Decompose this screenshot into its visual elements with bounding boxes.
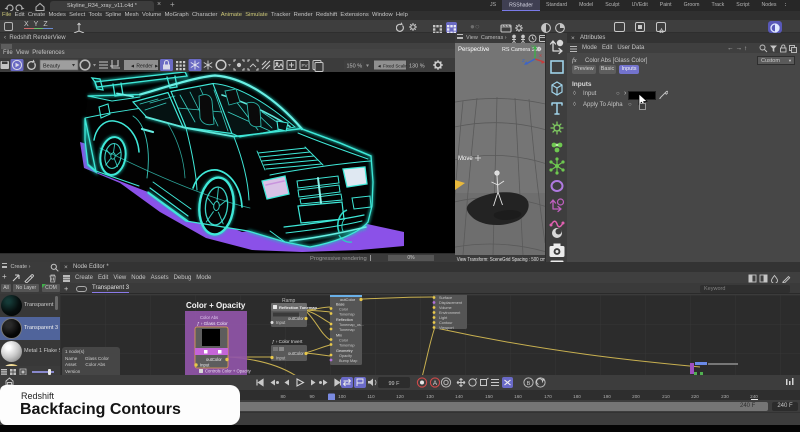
svg-text:Y: Y: [531, 44, 534, 49]
svg-text:Tonemap_us...: Tonemap_us...: [339, 323, 364, 327]
svg-text:90: 90: [309, 394, 315, 399]
svg-text:Volume: Volume: [439, 306, 452, 310]
svg-text:outColor: outColor: [288, 316, 304, 321]
svg-text:130 %: 130 %: [409, 64, 425, 70]
svg-text:Reflection Tonemap: Reflection Tonemap: [279, 305, 317, 310]
svg-text:ƒ › Glass Color: ƒ › Glass Color: [197, 321, 228, 326]
svg-text:Input: Input: [276, 356, 286, 361]
svg-text:outColor: outColor: [288, 351, 304, 356]
svg-text:220: 220: [691, 394, 699, 399]
svg-text:Environment: Environment: [439, 311, 461, 315]
svg-text:Move: Move: [458, 156, 473, 162]
svg-text:A: A: [433, 381, 437, 387]
svg-text:Mix: Mix: [336, 334, 342, 338]
svg-text:240: 240: [750, 394, 758, 399]
svg-text:230: 230: [721, 394, 729, 399]
svg-text:160: 160: [514, 394, 522, 399]
svg-text:Beauty: Beauty: [43, 64, 60, 70]
svg-text:Contour: Contour: [439, 321, 453, 325]
svg-text:Opacity: Opacity: [339, 354, 352, 358]
svg-text:Tonemap: Tonemap: [339, 313, 355, 317]
svg-text:Z: Z: [522, 58, 525, 63]
svg-text:Color: Color: [339, 308, 349, 312]
svg-text:B: B: [527, 381, 531, 387]
svg-text:150: 150: [485, 394, 493, 399]
svg-text:Controls Color + Opacity: Controls Color + Opacity: [205, 369, 252, 374]
svg-text:Color + Opacity: Color + Opacity: [186, 301, 246, 310]
svg-text:Color: Color: [339, 339, 349, 343]
svg-text:Light: Light: [439, 316, 448, 320]
svg-text:180: 180: [573, 394, 581, 399]
svg-text:80: 80: [280, 394, 286, 399]
svg-text:170: 170: [544, 394, 552, 399]
svg-text:130: 130: [426, 394, 434, 399]
svg-text:Input: Input: [276, 320, 286, 325]
svg-text:Geometry: Geometry: [336, 349, 353, 353]
svg-text:210: 210: [662, 394, 670, 399]
svg-text:outColor: outColor: [340, 297, 356, 302]
svg-text:110: 110: [367, 394, 375, 399]
svg-text:◄ Render ►: ◄ Render ►: [130, 64, 159, 70]
svg-text:140: 140: [455, 394, 463, 399]
svg-text:Reflection: Reflection: [336, 318, 353, 322]
svg-text:Surface: Surface: [439, 296, 452, 300]
svg-text:Displacement: Displacement: [439, 301, 463, 305]
svg-text:120: 120: [396, 394, 404, 399]
svg-text:ƒ › Color Invert: ƒ › Color Invert: [272, 339, 303, 344]
svg-text:200: 200: [632, 394, 640, 399]
svg-text:Bump Map: Bump Map: [339, 359, 357, 363]
svg-text:99 F: 99 F: [388, 381, 400, 387]
svg-text:150 %: 150 %: [347, 64, 363, 70]
svg-text:PV: PV: [302, 63, 308, 68]
svg-text:Perspective: Perspective: [458, 47, 490, 53]
svg-text:X: X: [539, 53, 542, 58]
svg-text:outColor: outColor: [206, 357, 222, 362]
svg-text:Color Abs: Color Abs: [200, 315, 218, 320]
svg-text:Input: Input: [200, 363, 210, 368]
svg-text:Tonemap: Tonemap: [339, 344, 355, 348]
svg-text:100: 100: [338, 394, 346, 399]
svg-text:Base: Base: [336, 303, 345, 307]
svg-text:Viewport: Viewport: [439, 326, 455, 330]
svg-text:Tonemap: Tonemap: [339, 328, 355, 332]
svg-text:190: 190: [603, 394, 611, 399]
